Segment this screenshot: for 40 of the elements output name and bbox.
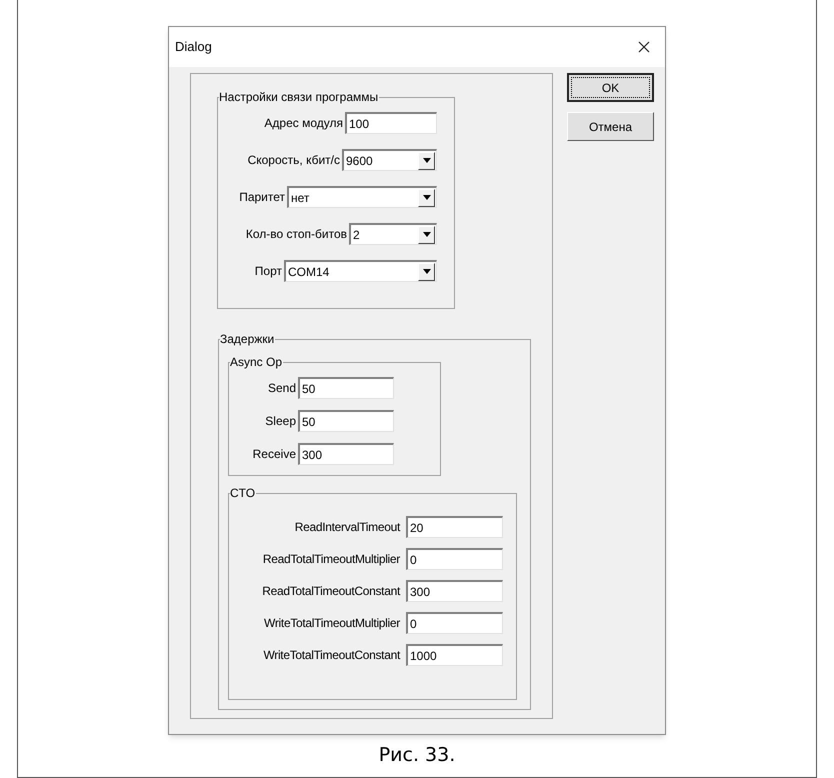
text-field[interactable]: 100 [345,112,437,134]
field-label: ReadTotalTimeoutConstant [262,583,400,600]
field-label: Receive [252,446,296,463]
down-triangle-icon [422,269,430,274]
dropdown-arrow-button[interactable] [418,152,435,170]
field-label: Порт [254,263,282,280]
dropdown-arrow-button[interactable] [418,226,435,244]
window-title: Dialog [175,38,212,56]
dialog-button[interactable]: OK [567,73,654,102]
text-field[interactable]: 0 [406,612,503,634]
field-label: ReadIntervalTimeout [294,519,400,536]
text-field[interactable]: 50 [298,377,394,399]
field-label: Скорость, кбит/с [248,152,340,169]
text-field[interactable]: 300 [406,580,503,602]
field-label: Кол-во стоп-битов [246,226,347,243]
text-field[interactable]: 50 [298,410,394,432]
close-icon [638,41,650,53]
figure-caption: Рис. 33. [378,743,456,768]
dropdown-field[interactable]: 9600 [342,149,437,171]
down-triangle-icon [422,195,430,200]
field-label: Паритет [239,189,285,206]
down-triangle-icon [422,232,430,237]
down-triangle-icon [422,158,430,163]
dropdown-field[interactable]: нет [287,186,437,208]
text-field[interactable]: 1000 [406,644,503,666]
dropdown-arrow-button[interactable] [418,188,435,206]
field-label: Send [268,380,296,397]
dropdown-field[interactable]: COM14 [284,260,437,282]
text-field[interactable]: 20 [406,516,503,538]
field-label: WriteTotalTimeoutMultiplier [264,615,400,632]
dropdown-field[interactable]: 2 [349,223,437,245]
text-field[interactable]: 0 [406,548,503,570]
field-label: Адрес модуля [264,115,343,132]
field-label: Sleep [265,413,296,430]
field-label: WriteTotalTimeoutConstant [263,647,400,664]
text-field[interactable]: 300 [298,443,394,465]
dropdown-arrow-button[interactable] [418,262,435,280]
group-title: Настройки связи программы [219,89,380,105]
field-label: ReadTotalTimeoutMultiplier [262,551,400,568]
dialog-button[interactable]: Отмена [567,112,654,141]
